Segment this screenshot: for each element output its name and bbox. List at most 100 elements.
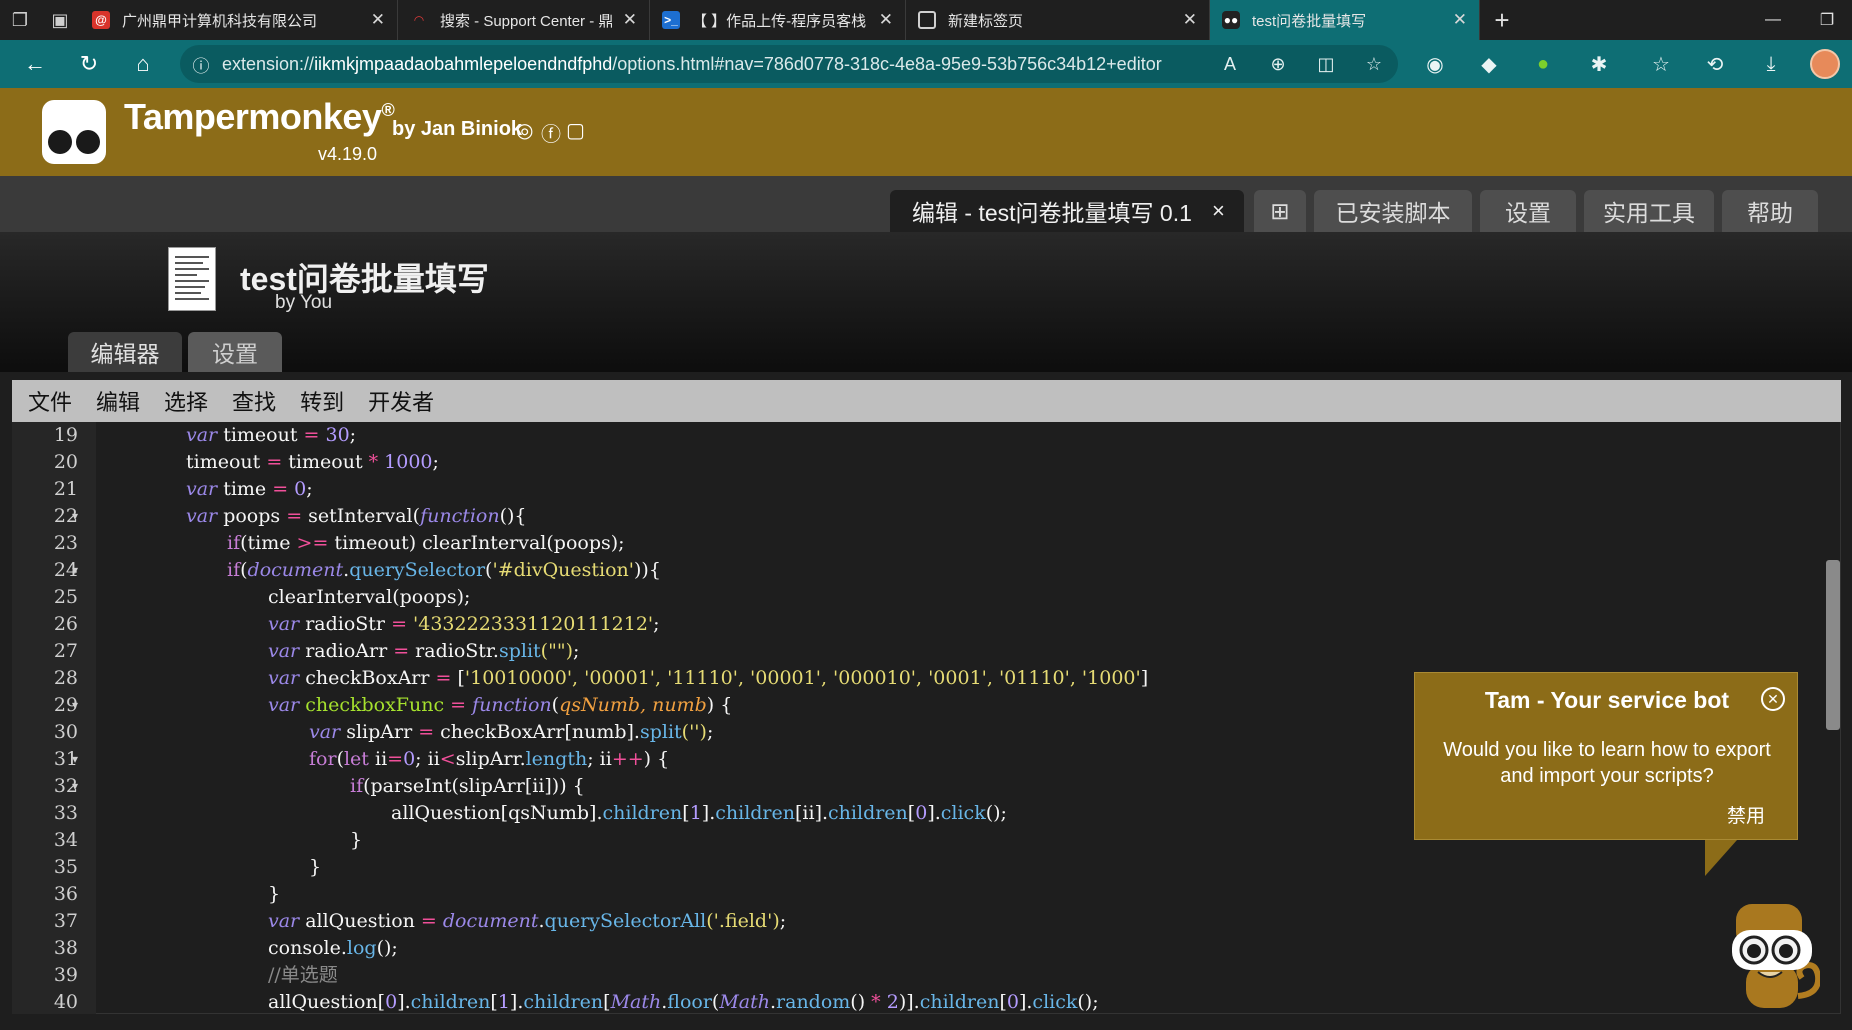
tab-editor[interactable]: 编辑器	[68, 332, 182, 372]
extension-dark-icon[interactable]: ◆	[1462, 40, 1516, 88]
browser-tab[interactable]: @ 广州鼎甲计算机科技有限公司 ✕	[80, 0, 398, 40]
terminal-icon: >_	[662, 11, 680, 29]
code-line: var checkBoxArr = ['10010000', '00001', …	[268, 667, 1149, 689]
close-editor-tab-icon[interactable]: ×	[1212, 198, 1225, 224]
browser-tab[interactable]: ◠ 搜索 - Support Center - 鼎甲项目 ✕	[398, 0, 650, 40]
version-label: v4.19.0	[318, 144, 378, 164]
avatar	[1810, 49, 1840, 79]
favorites-icon[interactable]: ☆	[1634, 40, 1688, 88]
tab-label: 帮助	[1747, 200, 1793, 226]
code-line: //单选题	[268, 964, 338, 986]
tab-installed-scripts[interactable]: 已安装脚本	[1314, 190, 1472, 232]
line-number: 37	[53, 910, 78, 932]
code-line: var timeout = 30;	[186, 424, 357, 446]
line-number: 28	[53, 667, 78, 689]
browser-tab-strip: ❐ ▣ @ 广州鼎甲计算机科技有限公司 ✕ ◠ 搜索 - Support Cen…	[0, 0, 1852, 40]
close-tab-icon[interactable]: ✕	[1453, 10, 1467, 30]
new-tab-button[interactable]: +	[1480, 0, 1524, 40]
tab-title: 搜索 - Support Center - 鼎甲项目	[440, 12, 613, 30]
tab-settings[interactable]: 设置	[1480, 190, 1576, 232]
browser-tab[interactable]: 新建标签页 ✕	[906, 0, 1210, 40]
menu-developer[interactable]: 开发者	[368, 385, 434, 417]
line-number: 36	[53, 883, 78, 905]
fold-arrow-icon[interactable]: ▾	[72, 746, 86, 773]
tab-edit-script[interactable]: 编辑 - test问卷批量填写 0.1 ×	[890, 190, 1244, 232]
line-number: 26	[53, 613, 78, 635]
tampermonkey-ext-icon[interactable]: ◉	[1408, 40, 1462, 88]
close-icon[interactable]: ✕	[1761, 687, 1785, 711]
add-script-icon: ⊞	[1270, 197, 1290, 224]
tab-add-script[interactable]: ⊞	[1254, 190, 1306, 232]
workspaces-icon[interactable]: ❐	[0, 0, 40, 40]
back-icon[interactable]: ←	[8, 40, 62, 88]
menu-find[interactable]: 查找	[232, 385, 276, 417]
line-number: 39	[53, 964, 78, 986]
code-line: }	[268, 883, 281, 905]
extension-green-icon[interactable]: ●	[1516, 40, 1570, 88]
fold-arrow-icon[interactable]: ▾	[72, 692, 86, 719]
code-line: clearInterval(poops);	[268, 586, 471, 608]
code-line: var checkboxFunc = function(qsNumb, numb…	[268, 694, 733, 716]
logo-eye	[48, 130, 72, 154]
editor-scrollbar[interactable]	[1826, 560, 1840, 730]
line-number: 24	[53, 559, 78, 581]
tab-script-settings[interactable]: 设置	[188, 332, 282, 372]
code-line: if(parseInt(slipArr[ii])) {	[350, 775, 585, 797]
tab-label: 实用工具	[1603, 200, 1695, 226]
close-tab-icon[interactable]: ✕	[623, 10, 637, 30]
close-tab-icon[interactable]: ✕	[1183, 10, 1197, 30]
zoom-icon[interactable]: ⊕	[1254, 54, 1302, 75]
url-host: iikmkjmpaadaobahmlepeloendndfphd	[314, 53, 613, 74]
brand-text: Tampermonkey	[124, 96, 382, 137]
line-number: 30	[53, 721, 78, 743]
minimize-icon[interactable]: —	[1746, 0, 1800, 40]
tab-title: 广州鼎甲计算机科技有限公司	[122, 12, 318, 30]
tab-actions-icon[interactable]: ▣	[40, 0, 80, 40]
reload-icon[interactable]: ↻	[62, 40, 116, 88]
menu-select[interactable]: 选择	[164, 385, 208, 417]
downloads-icon[interactable]: ⤓	[1744, 40, 1798, 88]
site-info-icon[interactable]: ⓘ	[180, 52, 222, 77]
address-bar[interactable]: ⓘ extension://iikmkjmpaadaobahmlepeloend…	[180, 45, 1398, 83]
tam-monkey-mascot-icon[interactable]	[1728, 900, 1820, 1012]
extensions-puzzle-icon[interactable]: ✱	[1572, 40, 1626, 88]
newtab-icon	[918, 11, 936, 29]
tab-utilities[interactable]: 实用工具	[1584, 190, 1714, 232]
code-line: var radioStr = '4332223331120111212';	[268, 613, 660, 635]
fold-arrow-icon[interactable]: ▾	[72, 557, 86, 584]
code-line: var poops = setInterval(function(){	[186, 505, 527, 527]
line-number-gutter: 19 20 21 22 ▾ 23 24 ▾ 25 26 27 28 29 ▾ 30 31 ▾ 32 ▾ 33 34 35 3…	[12, 422, 96, 1014]
github-icon[interactable]: ◎	[516, 118, 533, 143]
line-number: 21	[53, 478, 78, 500]
menu-goto[interactable]: 转到	[300, 385, 344, 417]
profile-avatar[interactable]	[1798, 40, 1852, 88]
url-path: /options.html#nav=786d0778-318c-4e8a-95e…	[612, 53, 1162, 74]
facebook-icon[interactable]: ⓕ	[541, 118, 561, 147]
line-number: 31	[53, 748, 78, 770]
browser-tab[interactable]: >_ 【 】作品上传-程序员客栈 ✕	[650, 0, 906, 40]
code-line: }	[350, 829, 363, 851]
fold-arrow-icon[interactable]: ▾	[72, 773, 86, 800]
line-number: 22	[53, 505, 78, 527]
restore-icon[interactable]: ❐	[1800, 0, 1852, 40]
close-tab-icon[interactable]: ✕	[371, 10, 385, 30]
url-scheme: extension://	[222, 53, 315, 74]
favorite-star-icon[interactable]: ☆	[1350, 54, 1398, 75]
line-number: 40	[53, 991, 78, 1013]
menu-edit[interactable]: 编辑	[96, 385, 140, 417]
close-tab-icon[interactable]: ✕	[879, 10, 893, 30]
history-icon[interactable]: ⟲	[1688, 40, 1742, 88]
tam-disable-link[interactable]: 禁用	[1727, 801, 1765, 828]
tab-help[interactable]: 帮助	[1722, 190, 1818, 232]
home-icon[interactable]: ⌂	[116, 40, 170, 88]
browser-tab-active[interactable]: ●● test问卷批量填写 ✕	[1210, 0, 1480, 40]
fold-arrow-icon[interactable]: ▾	[72, 503, 86, 530]
tampermonkey-header: Tampermonkey® by Jan Biniok ◎ ⓕ ▢ v4.19.…	[0, 88, 1852, 176]
code-line: if(document.querySelector('#divQuestion'…	[227, 559, 661, 581]
read-aloud-icon[interactable]: A	[1206, 54, 1254, 75]
menu-file[interactable]: 文件	[28, 385, 72, 417]
address-url[interactable]: extension://iikmkjmpaadaobahmlepeloendnd…	[222, 54, 1206, 75]
split-screen-icon[interactable]: ◫	[1302, 54, 1350, 75]
instagram-icon[interactable]: ▢	[566, 118, 585, 143]
code-line: if(time >= timeout) clearInterval(poops)…	[227, 532, 625, 554]
